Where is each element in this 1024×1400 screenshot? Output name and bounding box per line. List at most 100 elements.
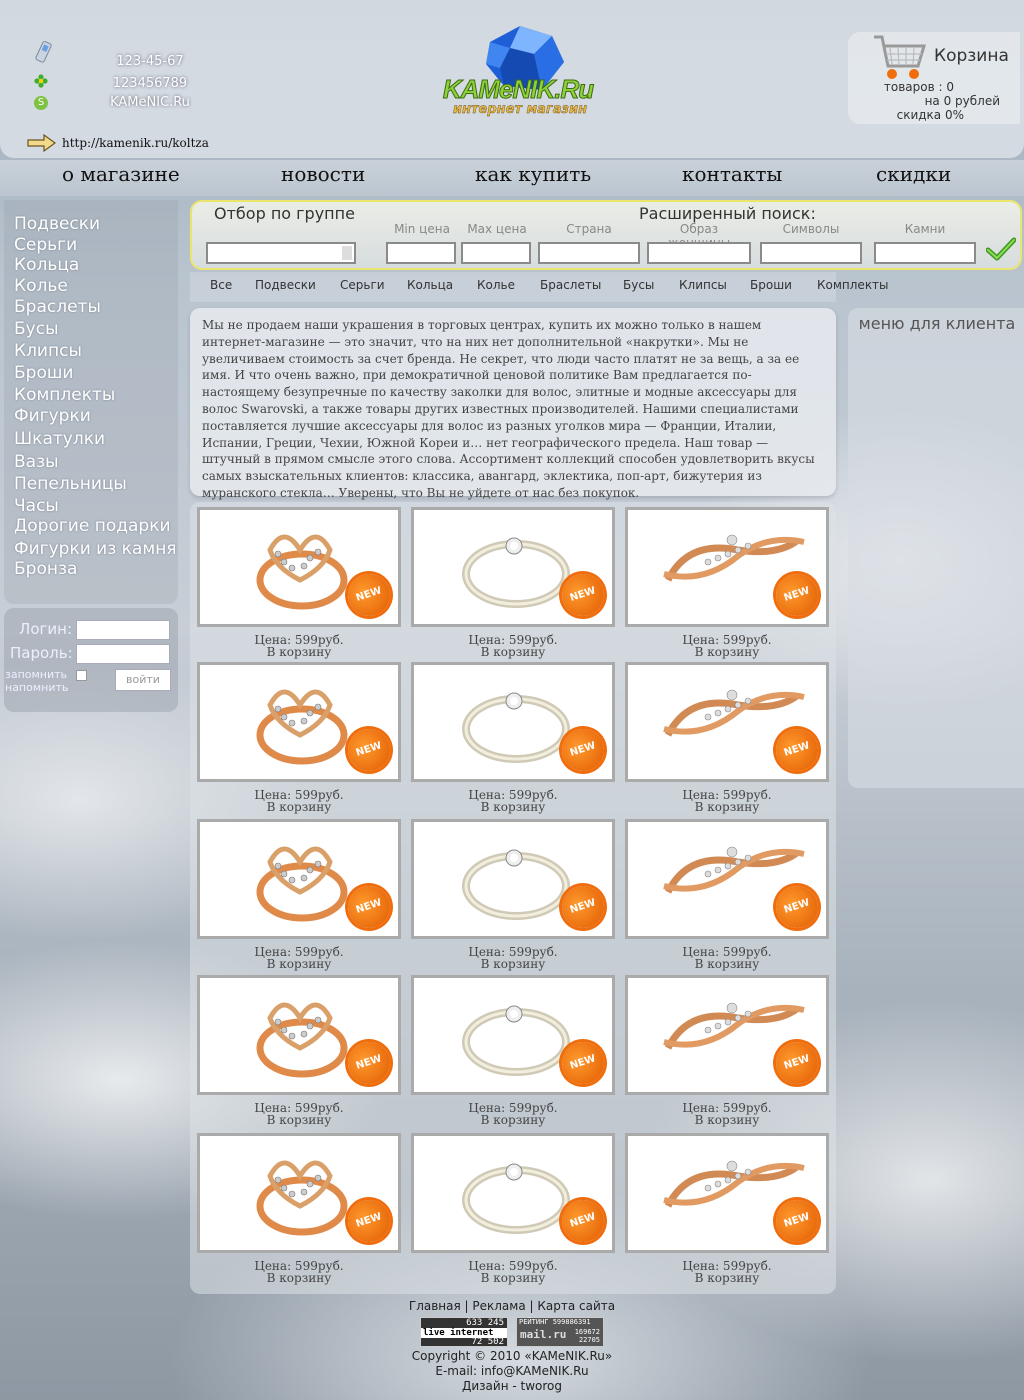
tab-earrings[interactable]: Серьги [340, 278, 385, 292]
remember-label: запомнить [5, 668, 68, 681]
footer-email[interactable]: E-mail: info@KAMeNIK.Ru [0, 1364, 1024, 1378]
sidebar-item-watches[interactable]: Часы [14, 496, 59, 516]
sidebar-item-brooches[interactable]: Броши [14, 363, 73, 383]
max-price-input[interactable] [461, 242, 531, 264]
nav-contacts[interactable]: контакты [682, 162, 782, 186]
sidebar-item-rings[interactable]: Кольца [14, 255, 79, 275]
client-menu-title: меню для клиента [858, 314, 1016, 333]
nav-how-to-buy[interactable]: как купить [475, 162, 591, 186]
sidebar-item-bronze[interactable]: Бронза [14, 559, 77, 579]
sidebar-item-ashtrays[interactable]: Пепельницы [14, 474, 127, 494]
stones-label: Камни [904, 222, 946, 236]
add-to-cart-link[interactable]: В корзину [197, 646, 401, 658]
password-input[interactable] [76, 644, 170, 664]
tab-brooches[interactable]: Броши [750, 278, 792, 292]
product-card[interactable]: NEW [625, 1133, 829, 1253]
contact-icq: 123456789 [112, 76, 188, 91]
tab-rings[interactable]: Кольца [407, 278, 453, 292]
product-card[interactable]: NEW [625, 507, 829, 627]
product-card[interactable]: NEW [197, 662, 401, 782]
group-select[interactable] [206, 242, 356, 264]
product-card[interactable]: NEW [197, 975, 401, 1095]
add-to-cart-link[interactable]: В корзину [625, 801, 829, 813]
add-to-cart-link[interactable]: В корзину [625, 958, 829, 970]
footer-links[interactable]: Главная | Реклама | Карта сайта [0, 1299, 1024, 1313]
copyright: Copyright © 2010 «KAMeNIK.Ru» [411, 1349, 613, 1363]
tab-necklaces[interactable]: Колье [477, 278, 515, 292]
nav-about[interactable]: о магазине [62, 162, 180, 186]
add-to-cart-link[interactable]: В корзину [197, 1114, 401, 1126]
sidebar-item-gifts[interactable]: Дорогие подарки [14, 516, 171, 536]
max-price-label: Max цена [467, 222, 527, 236]
tab-sets[interactable]: Комплекты [817, 278, 889, 292]
sidebar-item-necklaces[interactable]: Колье [14, 276, 68, 296]
product-card[interactable]: NEW [625, 662, 829, 782]
sidebar-item-sets[interactable]: Комплекты [14, 385, 115, 405]
skype-icon: S [34, 96, 48, 110]
add-to-cart-link[interactable]: В корзину [411, 958, 615, 970]
symbols-input[interactable] [760, 242, 862, 264]
nav-discounts[interactable]: скидки [876, 162, 951, 186]
remind-link[interactable]: напомнить [5, 681, 68, 694]
product-card[interactable]: NEW [411, 662, 615, 782]
shopping-cart-icon[interactable] [872, 34, 928, 82]
tab-clips[interactable]: Клипсы [679, 278, 727, 292]
product-card[interactable]: NEW [197, 1133, 401, 1253]
footer-design: Дизайн - tworog [461, 1379, 562, 1393]
add-to-cart-link[interactable]: В корзину [625, 1272, 829, 1284]
add-to-cart-link[interactable]: В корзину [197, 1272, 401, 1284]
liveinternet-counter[interactable]: 633 245 live internet 72 502 [420, 1317, 508, 1347]
tab-beads[interactable]: Бусы [623, 278, 654, 292]
sidebar-item-bracelets[interactable]: Браслеты [14, 297, 101, 317]
nav-news[interactable]: новости [281, 162, 365, 186]
style-input[interactable] [647, 242, 751, 264]
sidebar-item-clips[interactable]: Клипсы [14, 341, 82, 361]
country-input[interactable] [538, 242, 640, 264]
tab-pendants[interactable]: Подвески [255, 278, 316, 292]
checkmark-icon[interactable] [986, 236, 1016, 262]
add-to-cart-link[interactable]: В корзину [625, 1114, 829, 1126]
mailru-counter[interactable]: РЕЙТИНГ 599886391 mail.ru 169672 22705 [516, 1317, 604, 1347]
product-card[interactable]: NEW [411, 819, 615, 939]
login-input[interactable] [76, 620, 170, 640]
login-button[interactable]: войти [115, 669, 171, 691]
min-price-label: Min цена [394, 222, 450, 236]
product-card[interactable]: NEW [625, 975, 829, 1095]
product-card[interactable]: NEW [197, 507, 401, 627]
counter2-top: РЕЙТИНГ 599886391 [519, 1318, 591, 1326]
add-to-cart-link[interactable]: В корзину [411, 1272, 615, 1284]
remember-checkbox[interactable] [76, 670, 87, 681]
stones-input[interactable] [874, 242, 976, 264]
product-card[interactable]: NEW [197, 819, 401, 939]
add-to-cart-link[interactable]: В корзину [411, 646, 615, 658]
sidebar-item-stone-figurines[interactable]: Фигурки из камня [14, 539, 177, 559]
add-to-cart-link[interactable]: В корзину [625, 646, 829, 658]
tab-bracelets[interactable]: Браслеты [540, 278, 601, 292]
tab-all[interactable]: Все [210, 278, 232, 292]
current-url: http://kamenik.ru/koltza [62, 136, 209, 150]
sidebar-item-boxes[interactable]: Шкатулки [14, 429, 105, 449]
product-card[interactable]: NEW [411, 975, 615, 1095]
product-card[interactable]: NEW [411, 1133, 615, 1253]
sidebar-item-vases[interactable]: Вазы [14, 452, 59, 472]
add-to-cart-link[interactable]: В корзину [411, 801, 615, 813]
add-to-cart-link[interactable]: В корзину [197, 801, 401, 813]
add-to-cart-link[interactable]: В корзину [411, 1114, 615, 1126]
logo-text[interactable]: KAMeNIK.Ru [438, 74, 598, 105]
advanced-search-title: Расширенный поиск: [639, 204, 816, 223]
sidebar-item-earrings[interactable]: Серьги [14, 235, 77, 255]
group-filter-title: Отбор по группе [214, 204, 355, 223]
sidebar-item-beads[interactable]: Бусы [14, 319, 59, 339]
min-price-input[interactable] [386, 242, 456, 264]
product-card[interactable]: NEW [625, 819, 829, 939]
counter2-mid: mail.ru [520, 1328, 567, 1341]
symbols-label: Символы [782, 222, 840, 236]
logo-subtitle: интернет магазин [452, 102, 588, 117]
cart-title[interactable]: Корзина [934, 46, 1009, 66]
product-card[interactable]: NEW [411, 507, 615, 627]
add-to-cart-link[interactable]: В корзину [197, 958, 401, 970]
sidebar-item-figurines[interactable]: Фигурки [14, 406, 91, 426]
cart-items-count: товаров : 0 [883, 80, 954, 94]
sidebar-item-pendants[interactable]: Подвески [14, 214, 100, 234]
contact-skype: KAMeNIC.Ru [110, 95, 190, 110]
